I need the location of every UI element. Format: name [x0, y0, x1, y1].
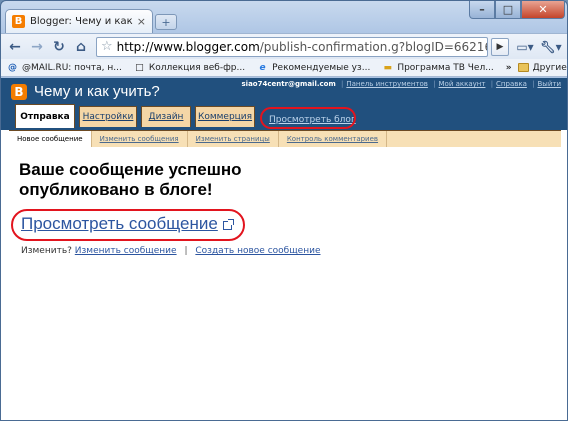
tv-program-icon: ▬	[383, 62, 393, 73]
dashboard-link[interactable]: Панель инструментов	[346, 80, 428, 88]
tab-strip: B Blogger: Чему и как учи... × + – □ ✕	[1, 1, 567, 33]
folder-icon	[517, 62, 529, 73]
user-info: siao74centr@gmail.com | Панель инструмент…	[241, 80, 562, 88]
help-link[interactable]: Справка	[496, 80, 527, 88]
success-heading: Ваше сообщение успешно опубликовано в бл…	[19, 160, 242, 199]
home-icon[interactable]: ⌂	[71, 37, 91, 57]
go-arrow-icon[interactable]: ▶	[491, 37, 509, 56]
bookmark-mailru[interactable]: @ @MAIL.RU: почта, н...	[7, 62, 122, 73]
browser-window: B Blogger: Чему и как учи... × + – □ ✕ ←…	[0, 0, 568, 421]
edit-post-link[interactable]: Изменить сообщение	[75, 246, 177, 256]
back-arrow-icon[interactable]: ←	[5, 37, 25, 57]
close-window-button[interactable]: ✕	[521, 1, 565, 19]
page-icon: □	[135, 62, 144, 73]
minimize-button[interactable]: –	[469, 1, 495, 19]
bookmark-star-icon[interactable]: ☆	[101, 39, 113, 54]
maximize-button[interactable]: □	[495, 1, 521, 19]
tab-monetize[interactable]: Коммерция	[195, 106, 255, 127]
tab-layout[interactable]: Дизайн	[141, 106, 191, 127]
highlight-oval-view-post	[11, 209, 245, 241]
subtab-edit-pages[interactable]: Изменить страницы	[188, 131, 279, 147]
wrench-menu-icon[interactable]: 🔧︎▾	[539, 37, 563, 57]
my-account-link[interactable]: Мой аккаунт	[439, 80, 486, 88]
reload-icon[interactable]: ↻	[49, 37, 69, 57]
bookmark-web-fragments[interactable]: □ Коллекция веб-фр...	[134, 62, 245, 73]
blog-title: Чему и как учить?	[34, 83, 160, 100]
tab-title: Blogger: Чему и как учи...	[30, 16, 133, 27]
other-bookmarks[interactable]: Другие закладки	[517, 62, 567, 73]
sign-out-link[interactable]: Выйти	[537, 80, 561, 88]
subtab-new-post[interactable]: Новое сообщение	[9, 131, 92, 147]
browser-tab[interactable]: B Blogger: Чему и как учи... ×	[5, 9, 153, 33]
user-email: siao74centr@gmail.com	[241, 80, 336, 88]
forward-arrow-icon[interactable]: →	[27, 37, 47, 57]
tab-posting[interactable]: Отправка	[15, 104, 75, 128]
blogger-favicon-icon: B	[12, 15, 25, 28]
bookmark-suggested-sites[interactable]: e Рекомендуемые уз...	[257, 62, 371, 73]
browser-toolbar: ← → ↻ ⌂ ☆ http://www.blogger.com/publish…	[1, 33, 567, 59]
ie-icon: e	[259, 62, 266, 73]
posting-subtabs: Новое сообщение Изменить сообщения Измен…	[9, 130, 561, 147]
new-tab-button[interactable]: +	[155, 14, 177, 30]
mailru-icon: @	[8, 62, 17, 73]
window-controls: – □ ✕	[469, 1, 565, 19]
tab-close-icon[interactable]: ×	[137, 15, 146, 28]
bookmarks-bar: @ @MAIL.RU: почта, н... □ Коллекция веб-…	[1, 59, 567, 77]
bookmarks-overflow-icon[interactable]: »	[506, 63, 512, 73]
subtab-moderate-comments[interactable]: Контроль комментариев	[279, 131, 388, 147]
edit-row: Изменить? Изменить сообщение | Создать н…	[21, 246, 321, 256]
bookmark-tv-program[interactable]: ▬ Программа ТВ Чел...	[382, 62, 494, 73]
url-text: http://www.blogger.com/publish-confirmat…	[116, 39, 487, 54]
page-menu-icon[interactable]: ▭▾	[513, 37, 537, 57]
blogger-logo-icon[interactable]: B	[11, 84, 27, 100]
subtab-edit-posts[interactable]: Изменить сообщения	[92, 131, 188, 147]
tab-settings[interactable]: Настройки	[79, 106, 137, 127]
create-new-post-link[interactable]: Создать новое сообщение	[195, 246, 320, 256]
highlight-oval-view-blog	[260, 107, 356, 129]
page-content: B Чему и как учить? siao74centr@gmail.co…	[1, 78, 567, 420]
address-bar[interactable]: ☆ http://www.blogger.com/publish-confirm…	[96, 36, 488, 57]
